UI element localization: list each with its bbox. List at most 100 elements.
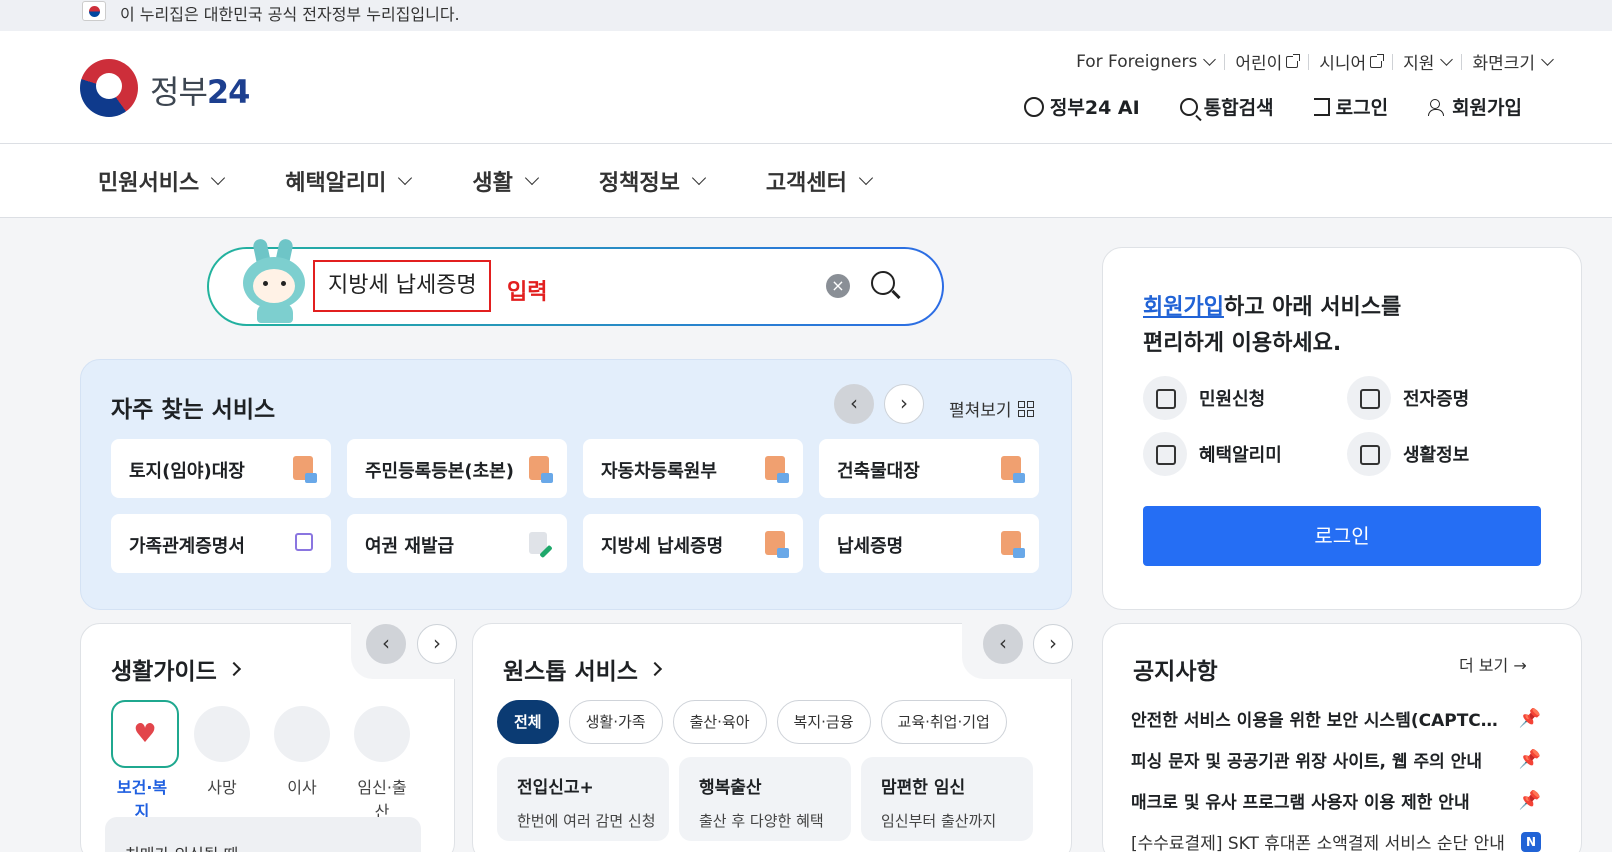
notice-panel: 공지사항 더 보기 → 안전한 서비스 이용을 위한 보안 시스템(CAPTCH… <box>1102 623 1582 852</box>
prev-arrow-icon[interactable]: ‹ <box>366 624 406 664</box>
filter-chip-birth-childcare[interactable]: 출산·육아 <box>672 700 767 744</box>
input-annotation: 입력 <box>507 280 548 305</box>
one-stop-card[interactable]: 행복출산 출산 후 다양한 혜택 <box>679 757 851 841</box>
logo-number: 24 <box>206 73 251 111</box>
search-label: 통합검색 <box>1203 97 1274 119</box>
one-stop-card[interactable]: 전입신고+ 한번에 여러 감면 신청 <box>497 757 669 841</box>
logo[interactable]: 정부24 <box>80 59 260 121</box>
one-stop-title[interactable]: 원스톱 서비스 <box>503 652 663 686</box>
nav-benefit-alert[interactable]: 혜택알리미 <box>285 165 413 197</box>
quick-link-e-certificate[interactable]: 전자증명 <box>1347 376 1547 420</box>
next-arrow-icon[interactable]: › <box>417 624 457 664</box>
quick-label: 생활정보 <box>1403 445 1470 466</box>
util-for-foreigners[interactable]: For Foreigners <box>1066 52 1224 72</box>
prev-arrow-icon[interactable]: ‹ <box>834 384 874 424</box>
life-item-health[interactable]: 보건·복지 <box>111 700 179 822</box>
more-link[interactable]: 더 보기 → <box>1459 652 1527 676</box>
life-sub-item[interactable]: 치매가 의심될 때 <box>105 817 421 852</box>
notice-item[interactable]: 안전한 서비스 이용을 위한 보안 시스템(CAPTCHA) 도입 안내 📌 <box>1131 698 1541 739</box>
title-label: 생활가이드 <box>111 659 217 685</box>
service-card[interactable]: 납세증명 <box>819 514 1039 573</box>
filter-chip-welfare-finance[interactable]: 복지·금융 <box>776 700 871 744</box>
nav-policy-info[interactable]: 정책정보 <box>599 165 706 197</box>
document-icon <box>1001 456 1025 483</box>
gift-icon <box>1143 432 1187 476</box>
prev-arrow-icon[interactable]: ‹ <box>983 624 1023 664</box>
life-guide-title[interactable]: 생활가이드 <box>111 652 241 686</box>
notice-text: 피싱 문자 및 공공기관 위장 사이트, 웹 주의 안내 <box>1131 752 1482 772</box>
search-input[interactable]: 지방세 납세증명 <box>313 260 491 312</box>
signup-link[interactable]: 회원가입 <box>1428 93 1522 120</box>
notice-item[interactable]: 피싱 문자 및 공공기관 위장 사이트, 웹 주의 안내 📌 <box>1131 739 1541 780</box>
life-guide-panel: ‹ › 생활가이드 보건·복지 사망 이사 임신·출산 치매가 의심될 때 <box>80 623 457 852</box>
service-card[interactable]: 건축물대장 <box>819 439 1039 498</box>
util-support[interactable]: 지원 <box>1393 49 1461 74</box>
login-button[interactable]: 로그인 <box>1143 506 1541 566</box>
life-item-death[interactable]: 사망 <box>191 706 253 822</box>
service-card[interactable]: 지방세 납세증명 <box>583 514 803 573</box>
signup-inline-link[interactable]: 회원가입 <box>1143 295 1224 320</box>
notice-item[interactable]: [수수료결제] SKT 휴대폰 소액결제 서비스 순단 안내 N <box>1131 821 1541 852</box>
chevron-down-icon <box>524 170 539 186</box>
next-arrow-icon[interactable]: › <box>1033 624 1073 664</box>
notice-text: [수수료결제] SKT 휴대폰 소액결제 서비스 순단 안내 <box>1131 834 1505 852</box>
card-label: 여권 재발급 <box>365 536 455 557</box>
life-item-moving[interactable]: 이사 <box>271 706 333 822</box>
service-card[interactable]: 가족관계증명서 <box>111 514 331 573</box>
next-arrow-icon[interactable]: › <box>884 384 924 424</box>
service-card[interactable]: 자동차등록원부 <box>583 439 803 498</box>
nav-label: 고객센터 <box>765 170 847 196</box>
expand-button[interactable]: 펼쳐보기 <box>949 396 1034 421</box>
life-item-pregnancy[interactable]: 임신·출산 <box>351 706 413 822</box>
nav-life[interactable]: 생활 <box>472 165 539 197</box>
message-text: 하고 아래 서비스를 <box>1223 295 1402 320</box>
quick-link-life-info[interactable]: 생활정보 <box>1347 432 1547 476</box>
nav-label: 생활 <box>472 170 513 196</box>
chevron-right-icon <box>226 661 241 677</box>
title-label: 원스톱 서비스 <box>503 659 638 685</box>
quick-link-civil-application[interactable]: 민원신청 <box>1143 376 1347 420</box>
card-label: 지방세 납세증명 <box>601 536 724 557</box>
nav-customer-center[interactable]: 고객센터 <box>765 165 873 197</box>
card-label: 자동차등록원부 <box>601 461 717 482</box>
service-card[interactable]: 주민등록등본(초본) <box>347 439 567 498</box>
login-link[interactable]: 로그인 <box>1313 93 1388 120</box>
korea-flag-icon <box>82 1 106 21</box>
chevron-right-icon <box>647 661 663 677</box>
taegeuk-logo-icon <box>80 59 138 117</box>
notice-item[interactable]: 매크로 및 유사 프로그램 사용자 이용 제한 안내 📌 <box>1131 780 1541 821</box>
ai-button[interactable]: 정부24 AI <box>1023 93 1140 120</box>
service-card[interactable]: 토지(임야)대장 <box>111 439 331 498</box>
service-card[interactable]: 여권 재발급 <box>347 514 567 573</box>
rabbit-mascot-icon <box>239 237 309 329</box>
util-senior[interactable]: 시니어 <box>1309 49 1392 74</box>
filter-chip-education-job[interactable]: 교육·취업·기업 <box>880 700 1007 744</box>
integrated-search-button[interactable]: 통합검색 <box>1179 93 1274 120</box>
one-stop-card[interactable]: 맘편한 임신 임신부터 출산까지 <box>861 757 1033 841</box>
card-title: 맘편한 임신 <box>881 778 966 798</box>
filter-chip-life-family[interactable]: 생활·가족 <box>568 700 663 744</box>
login-panel: 회원가입하고 아래 서비스를 편리하게 이용하세요. 민원신청 전자증명 혜택알… <box>1102 247 1582 610</box>
pregnant-icon <box>354 706 410 762</box>
quick-link-benefit-alert[interactable]: 혜택알리미 <box>1143 432 1347 476</box>
search-icon <box>1179 97 1198 116</box>
quick-label: 혜택알리미 <box>1199 445 1282 466</box>
card-label: 건축물대장 <box>837 461 920 482</box>
message-text: 편리하게 이용하세요. <box>1143 331 1342 356</box>
card-label: 납세증명 <box>837 536 904 557</box>
gov-banner-text: 이 누리집은 대한민국 공식 전자정부 누리집입니다. <box>120 5 460 24</box>
section-title: 자주 찾는 서비스 <box>111 397 276 423</box>
notice-title: 공지사항 <box>1133 659 1218 685</box>
heart-icon <box>111 700 179 768</box>
filter-chip-all[interactable]: 전체 <box>497 700 559 744</box>
util-screen-size[interactable]: 화면크기 <box>1462 49 1562 74</box>
clear-icon[interactable]: × <box>826 274 850 298</box>
grid-icon <box>1017 400 1034 417</box>
search-icon[interactable] <box>871 271 901 300</box>
util-kids[interactable]: 어린이 <box>1225 49 1308 74</box>
life-item-label: 이사 <box>287 778 317 797</box>
nav-civil-service[interactable]: 민원서비스 <box>98 165 226 197</box>
notice-text: 안전한 서비스 이용을 위한 보안 시스템(CAPTCHA) 도입 안내 <box>1131 711 1511 731</box>
life-item-label: 보건·복지 <box>116 778 168 821</box>
card-desc: 출산 후 다양한 혜택 <box>699 812 824 830</box>
